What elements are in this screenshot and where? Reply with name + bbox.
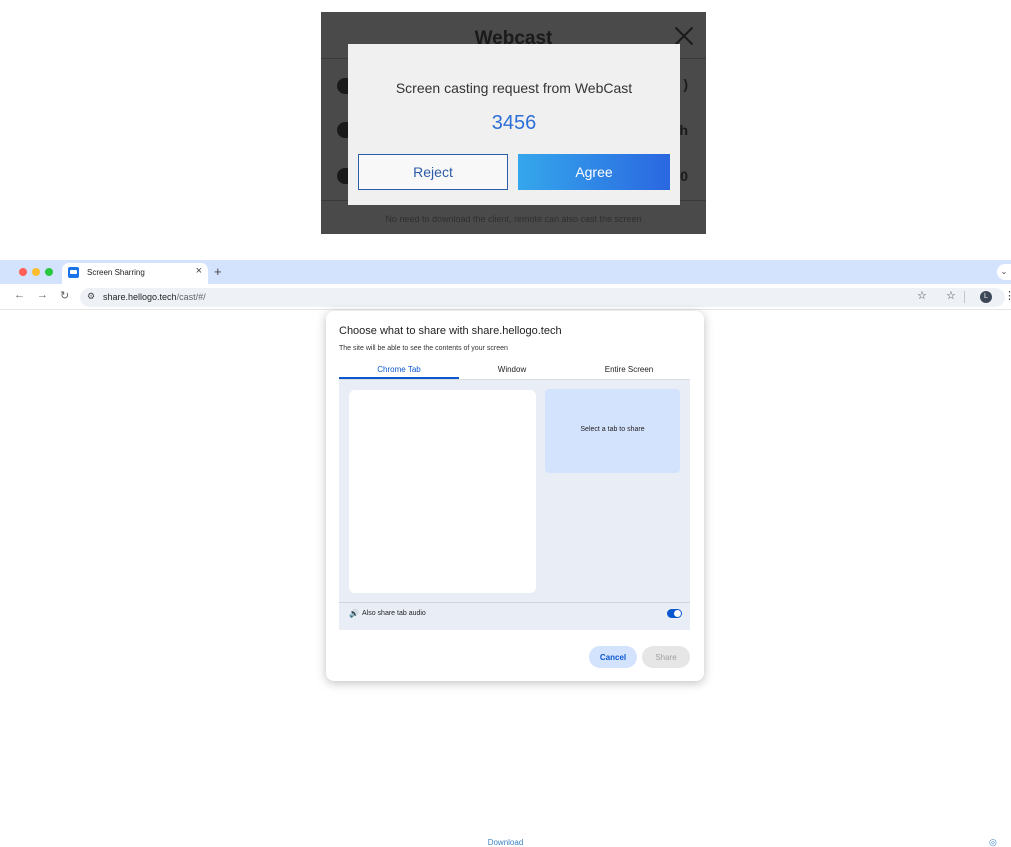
preview-placeholder-text: Select a tab to share — [580, 426, 645, 433]
share-button[interactable]: Share — [642, 646, 690, 668]
back-icon[interactable]: ← — [14, 289, 25, 301]
tab-window[interactable]: Window — [452, 365, 572, 374]
browser-tabstrip: Screen Sharring × + ⌄ — [0, 260, 1011, 284]
dialog-title: Choose what to share with share.hellogo.… — [339, 325, 562, 337]
browser-toolbar: ← → ↻ ⚙ share.hellogo.tech/cast/#/ ☆ ☆ L… — [0, 284, 1011, 310]
casting-code: 3456 — [491, 112, 537, 134]
tab-content-panel: Select a tab to share 🔊 Also share tab a… — [339, 380, 690, 630]
casting-request-modal: Screen casting request from WebCast 3456… — [348, 44, 680, 205]
settings-icon[interactable]: ◎ — [989, 837, 997, 847]
active-tab-indicator — [339, 377, 459, 379]
tab-preview: Select a tab to share — [545, 389, 680, 473]
casting-request-message: Screen casting request from WebCast — [395, 80, 633, 96]
list-item-value: ) — [683, 76, 688, 92]
window-maximize-icon[interactable] — [45, 268, 53, 276]
bookmarks-icon[interactable]: ☆ — [946, 289, 956, 302]
reload-icon[interactable]: ↻ — [60, 289, 69, 302]
divider — [339, 602, 690, 603]
tab-close-icon[interactable]: × — [196, 265, 202, 277]
agree-button[interactable]: Agree — [518, 154, 670, 190]
window-minimize-icon[interactable] — [32, 268, 40, 276]
new-tab-icon[interactable]: + — [214, 264, 222, 279]
webcast-footer-text: No need to download the client, remote c… — [385, 214, 642, 224]
reject-button[interactable]: Reject — [358, 154, 508, 190]
browser-tab[interactable]: Screen Sharring × — [62, 263, 208, 284]
webcast-phone-screenshot: Webcast ) h 0 No need to download the cl… — [321, 12, 706, 234]
share-audio-toggle[interactable] — [667, 609, 682, 618]
speaker-icon: 🔊 — [349, 609, 359, 618]
download-link[interactable]: Download — [0, 838, 1011, 847]
tab-list[interactable] — [349, 390, 536, 593]
toolbar-divider — [964, 291, 965, 303]
share-audio-label: Also share tab audio — [362, 610, 426, 617]
site-info-icon[interactable]: ⚙ — [87, 291, 95, 302]
dialog-subtitle: The site will be able to see the content… — [339, 345, 508, 352]
list-item-value: 0 — [680, 168, 688, 184]
close-icon[interactable] — [674, 26, 694, 46]
bookmark-star-icon[interactable]: ☆ — [917, 289, 927, 302]
menu-icon[interactable]: ⋮ — [1004, 289, 1011, 302]
tab-chrome-tab[interactable]: Chrome Tab — [339, 365, 459, 374]
avatar[interactable]: L — [980, 291, 992, 303]
url-text[interactable]: share.hellogo.tech/cast/#/ — [103, 292, 206, 302]
tab-entire-screen[interactable]: Entire Screen — [569, 365, 689, 374]
favicon-icon — [68, 267, 79, 278]
tab-search-icon[interactable]: ⌄ — [997, 264, 1011, 280]
list-item-value: h — [679, 122, 688, 138]
address-bar[interactable]: ⚙ share.hellogo.tech/cast/#/ — [80, 288, 1005, 307]
window-close-icon[interactable] — [19, 268, 27, 276]
forward-icon[interactable]: → — [37, 289, 48, 301]
tab-title: Screen Sharring — [87, 268, 145, 277]
cancel-button[interactable]: Cancel — [589, 646, 637, 668]
share-picker-dialog: Choose what to share with share.hellogo.… — [326, 311, 704, 681]
